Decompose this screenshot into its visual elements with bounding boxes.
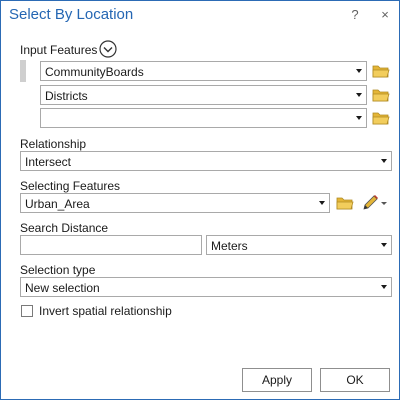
search-distance-label: Search Distance: [20, 221, 109, 235]
input-features-value-2: Districts: [45, 89, 88, 103]
dropdown-arrow-icon: [319, 201, 325, 205]
input-features-field-2[interactable]: Districts: [40, 85, 367, 105]
distance-unit-value: Meters: [211, 239, 248, 253]
selection-type-label: Selection type: [20, 263, 96, 277]
distance-unit-dropdown[interactable]: Meters: [206, 235, 392, 255]
relationship-dropdown[interactable]: Intersect: [20, 151, 392, 171]
input-features-label: Input Features: [20, 43, 98, 57]
dropdown-arrow-icon: [356, 116, 362, 120]
input-features-field-3[interactable]: [40, 108, 367, 128]
close-icon[interactable]: ×: [377, 6, 393, 24]
relationship-value: Intersect: [25, 155, 72, 169]
folder-icon[interactable]: [372, 64, 390, 78]
ok-button[interactable]: OK: [320, 368, 390, 392]
input-features-value-1: CommunityBoards: [45, 65, 144, 79]
window-title: Select By Location: [9, 6, 134, 23]
dropdown-arrow-icon: [381, 243, 387, 247]
selection-type-dropdown[interactable]: New selection: [20, 277, 392, 297]
folder-icon[interactable]: [372, 88, 390, 102]
search-distance-input[interactable]: [20, 235, 202, 255]
apply-button[interactable]: Apply: [242, 368, 312, 392]
select-by-location-dialog: Select By Location ? × Input Features Co…: [0, 0, 400, 400]
selecting-features-value: Urban_Area: [25, 197, 90, 211]
folder-icon[interactable]: [372, 111, 390, 125]
chevron-down-circle-icon[interactable]: [99, 40, 117, 58]
dropdown-arrow-icon: [381, 285, 387, 289]
row-drag-handle[interactable]: [20, 60, 26, 82]
selecting-features-dropdown[interactable]: Urban_Area: [20, 193, 330, 213]
dropdown-arrow-icon: [381, 159, 387, 163]
selecting-features-label: Selecting Features: [20, 179, 121, 193]
dropdown-arrow-icon: [356, 93, 362, 97]
relationship-label: Relationship: [20, 137, 87, 151]
folder-icon[interactable]: [336, 196, 354, 210]
pencil-icon[interactable]: [361, 194, 389, 212]
invert-label[interactable]: Invert spatial relationship: [39, 304, 172, 318]
selection-type-value: New selection: [25, 281, 100, 295]
input-features-field-1[interactable]: CommunityBoards: [40, 61, 367, 81]
dropdown-arrow-icon: [356, 69, 362, 73]
invert-checkbox[interactable]: [21, 305, 33, 317]
title-bar: Select By Location ? ×: [1, 1, 399, 31]
help-icon[interactable]: ?: [347, 6, 363, 24]
